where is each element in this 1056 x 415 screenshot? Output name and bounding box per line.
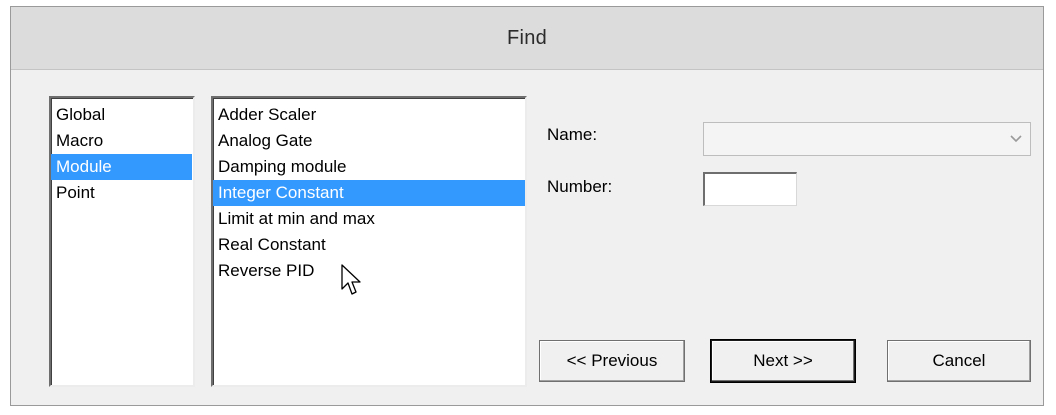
cancel-button[interactable]: Cancel <box>887 340 1031 382</box>
number-field[interactable] <box>703 172 797 206</box>
next-button[interactable]: Next >> <box>711 340 855 382</box>
category-listbox[interactable]: Global Macro Module Point <box>49 96 195 387</box>
module-item-analog-gate[interactable]: Analog Gate <box>213 128 525 154</box>
category-item-point[interactable]: Point <box>51 180 192 206</box>
dialog-client-area: Global Macro Module Point Adder Scaler A… <box>11 70 1043 405</box>
name-label: Name: <box>547 125 598 144</box>
category-item-module[interactable]: Module <box>51 154 192 180</box>
module-item-limit-at-min-and-max[interactable]: Limit at min and max <box>213 206 525 232</box>
category-item-macro[interactable]: Macro <box>51 128 192 154</box>
number-label: Number: <box>547 177 613 196</box>
module-listbox[interactable]: Adder Scaler Analog Gate Damping module … <box>211 96 527 387</box>
category-item-global[interactable]: Global <box>51 102 192 128</box>
previous-button[interactable]: << Previous <box>539 340 685 382</box>
chevron-down-icon[interactable] <box>1004 125 1028 153</box>
module-item-integer-constant[interactable]: Integer Constant <box>213 180 525 206</box>
dialog-title: Find <box>506 26 548 49</box>
name-combobox[interactable] <box>703 122 1031 156</box>
module-item-adder-scaler[interactable]: Adder Scaler <box>213 102 525 128</box>
module-item-reverse-pid[interactable]: Reverse PID <box>213 258 525 284</box>
module-item-real-constant[interactable]: Real Constant <box>213 232 525 258</box>
title-bar[interactable]: Find <box>11 7 1043 70</box>
module-item-damping-module[interactable]: Damping module <box>213 154 525 180</box>
find-dialog: Find Global Macro Module Point Adder Sca… <box>10 6 1044 406</box>
